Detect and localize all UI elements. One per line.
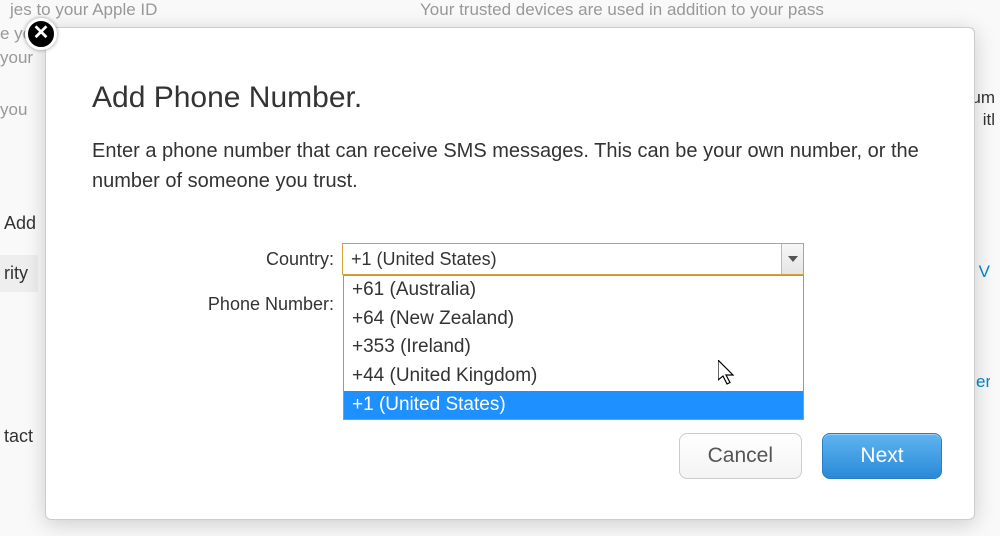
country-option-uk[interactable]: +44 (United Kingdom) (344, 362, 803, 391)
modal-description: Enter a phone number that can receive SM… (92, 136, 922, 196)
link-fragment: er (976, 372, 990, 392)
sidebar-fragment: Add (0, 205, 38, 242)
chevron-down-icon[interactable] (781, 244, 803, 274)
country-option-us[interactable]: +1 (United States) (344, 391, 803, 420)
country-selected-value: +1 (United States) (343, 249, 497, 270)
sidebar-fragment: rity (0, 255, 38, 292)
country-dropdown[interactable]: +61 (Australia) +64 (New Zealand) +353 (… (343, 275, 804, 420)
button-row: Cancel Next (679, 433, 942, 479)
country-row: Country: +1 (United States) (154, 243, 804, 275)
modal-title: Add Phone Number. (92, 81, 362, 115)
bg-text: you (0, 100, 27, 120)
sidebar-fragment: tact (0, 418, 38, 455)
bg-text: Your trusted devices are used in additio… (420, 0, 824, 20)
phone-label: Phone Number: (154, 294, 334, 315)
link-fragment: V (976, 262, 990, 282)
phone-row: Phone Number: (154, 294, 342, 315)
bg-text: jes to your Apple ID (10, 0, 157, 20)
cancel-button[interactable]: Cancel (679, 433, 802, 479)
country-option-australia[interactable]: +61 (Australia) (344, 276, 803, 305)
bg-text: itl (983, 110, 995, 130)
add-phone-modal: Add Phone Number. Enter a phone number t… (45, 27, 975, 520)
country-label: Country: (154, 249, 334, 270)
close-button[interactable]: ✕ (25, 18, 57, 50)
country-select[interactable]: +1 (United States) (342, 243, 804, 275)
bg-text: your (0, 48, 33, 68)
country-option-newzealand[interactable]: +64 (New Zealand) (344, 305, 803, 334)
close-icon: ✕ (33, 23, 50, 43)
next-button[interactable]: Next (822, 433, 942, 479)
country-option-ireland[interactable]: +353 (Ireland) (344, 333, 803, 362)
